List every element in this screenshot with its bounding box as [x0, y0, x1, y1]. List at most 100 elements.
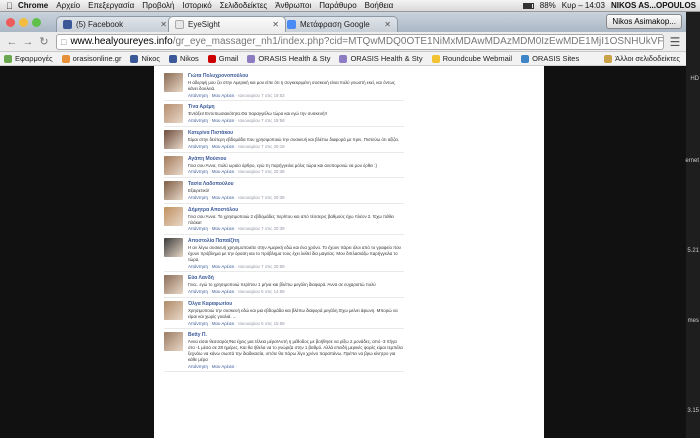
close-window-icon[interactable] — [6, 18, 15, 27]
reload-icon[interactable]: ↻ — [36, 34, 52, 50]
avatar[interactable] — [164, 238, 183, 258]
menu-view[interactable]: Προβολή — [142, 1, 174, 10]
bookmark-apps[interactable]: Εφαρμογές — [4, 54, 53, 63]
commenter-name[interactable]: Κατερίνα Πιστάκου — [188, 130, 404, 137]
like-link[interactable]: Μου Αρέσει — [212, 169, 235, 174]
avatar[interactable] — [164, 181, 183, 201]
menu-bookmarks[interactable]: Σελιδοδείκτες — [220, 1, 268, 10]
menu-app-name[interactable]: Chrome — [18, 1, 48, 10]
apple-icon[interactable]:  — [6, 1, 18, 11]
profile-button[interactable]: Nikos Asimakop... — [606, 14, 682, 29]
menu-bar:  Chrome Αρχείο Επεξεργασία Προβολή Ιστο… — [0, 0, 700, 12]
tab-eyesight[interactable]: EyeSight ✕ — [168, 16, 286, 32]
avatar[interactable] — [164, 275, 183, 295]
user-name[interactable]: NIKOS AS...OPOULOS — [611, 1, 696, 10]
like-link[interactable]: Μου Αρέσει — [212, 144, 235, 149]
avatar[interactable] — [164, 129, 183, 149]
comment-body: Κατερίνα Πιστάκου Είμαι στην δεύτερη εβδο… — [188, 130, 404, 150]
commenter-name[interactable]: Γιώτα Πολυχρονοπούλου — [188, 73, 404, 80]
like-link[interactable]: Μου Αρέσει — [212, 93, 235, 98]
zoom-window-icon[interactable] — [32, 18, 41, 27]
avatar[interactable] — [164, 332, 183, 352]
reply-link[interactable]: Απάντηση — [188, 118, 208, 123]
bookmark-roundcube[interactable]: Roundcube Webmail — [431, 54, 512, 63]
comment-meta: Απάντηση · Μου Αρέσει · Ιανουαρίου 7 στι… — [188, 263, 285, 269]
like-link[interactable]: Μου Αρέσει — [212, 364, 235, 369]
forward-icon[interactable]: → — [20, 34, 36, 50]
minimize-window-icon[interactable] — [19, 18, 28, 27]
commenter-name[interactable]: Δήμητρα Αποστόλου — [188, 207, 404, 214]
commenter-name[interactable]: Betty Π. — [188, 332, 404, 339]
close-tab-icon[interactable]: ✕ — [272, 20, 279, 29]
chrome-menu-icon[interactable]: ☰ — [668, 35, 682, 49]
commenter-name[interactable]: Εύα Λανδή — [188, 275, 404, 282]
reply-link[interactable]: Απάντηση — [188, 289, 208, 294]
comment-time[interactable]: Ιανουαρίου 7 στις 19:58 — [238, 118, 284, 123]
bookmark-nikos-gr[interactable]: Νίκος — [130, 54, 160, 63]
reply-link[interactable]: Απάντηση — [188, 195, 208, 200]
avatar[interactable] — [164, 104, 183, 124]
page-info-icon[interactable]: □ — [61, 37, 66, 47]
like-link[interactable]: Μου Αρέσει — [212, 321, 235, 326]
like-link[interactable]: Μου Αρέσει — [212, 195, 235, 200]
bookmark-orasis-health-2[interactable]: ORASIS Health & Sty — [339, 54, 423, 63]
menu-window[interactable]: Παράθυρο — [319, 1, 356, 10]
comment-time[interactable]: Ιανουαρίου 7 στις 19:53 — [238, 93, 284, 98]
window-controls — [6, 18, 41, 27]
reply-link[interactable]: Απάντηση — [188, 364, 208, 369]
tab-facebook[interactable]: (5) Facebook ✕ — [56, 16, 174, 32]
comment-time[interactable]: Ιανουαρίου 7 στις 20:59 — [238, 264, 284, 269]
avatar[interactable] — [164, 73, 183, 92]
comment-time[interactable]: Ιανουαρίου 7 στις 20:38 — [238, 169, 284, 174]
comment-time[interactable]: Ιανουαρίου 7 στις 20:39 — [238, 226, 284, 231]
commenter-name[interactable]: Τασία Λαδοπούλου — [188, 181, 404, 188]
bookmark-orasis-sites[interactable]: ORASIS Sites — [521, 54, 579, 63]
desktop-label: 5.21 — [687, 248, 699, 254]
bookmark-orasisonline[interactable]: orasisonline.gr — [61, 54, 121, 63]
address-bar[interactable]: □ www.healyoureyes.info /gr_eye_massager… — [56, 33, 664, 50]
reply-link[interactable]: Απάντηση — [188, 226, 208, 231]
reply-link[interactable]: Απάντηση — [188, 144, 208, 149]
avatar[interactable] — [164, 155, 183, 175]
comment-text: Γεια σου Άννα. Το χρησιμοποιώ 2 εβδομάδε… — [188, 213, 394, 225]
commenter-name[interactable]: Αποστολία Παπαΐζίτη — [188, 238, 404, 245]
menu-people[interactable]: Άνθρωποι — [275, 1, 311, 10]
avatar[interactable] — [164, 206, 183, 226]
clock[interactable]: Κυρ – 14:03 — [562, 1, 605, 10]
back-icon[interactable]: ← — [4, 34, 20, 50]
comment-time[interactable]: Ιανουαρίου 7 στις 20:18 — [238, 144, 284, 149]
menu-edit[interactable]: Επεξεργασία — [88, 1, 134, 10]
comment-time[interactable]: Ιανουαρίου 7 στις 20:39 — [238, 195, 284, 200]
bookmark-gmail[interactable]: Gmail — [207, 54, 238, 63]
commenter-name[interactable]: Τίνα Αρέμη — [188, 104, 404, 111]
desktop-edge: HD ernet 5.21 mes 3.15 — [685, 12, 700, 438]
bookmark-nikos[interactable]: Nikos — [168, 54, 199, 63]
close-tab-icon[interactable]: ✕ — [384, 20, 391, 29]
tab-google-translate[interactable]: Μετάφραση Google ✕ — [280, 16, 398, 32]
comment-body: Τίνα Αρέμη Έντάξει! Εντυπωσιακότητα.Θα πα… — [188, 104, 404, 124]
reply-link[interactable]: Απάντηση — [188, 264, 208, 269]
like-link[interactable]: Μου Αρέσει — [212, 289, 235, 294]
close-tab-icon[interactable]: ✕ — [160, 20, 167, 29]
comment-time[interactable]: Ιανουαρίου 6 στις 14:59 — [238, 289, 284, 294]
reply-link[interactable]: Απάντηση — [188, 93, 208, 98]
comment-item: Εύα Λανδή Γεια.. εγώ το χρησιμοποιώ περίπ… — [164, 272, 404, 298]
comment-body: Δήμητρα Αποστόλου Γεια σου Άννα. Το χρησι… — [188, 207, 404, 232]
like-link[interactable]: Μου Αρέσει — [212, 118, 235, 123]
commenter-name[interactable]: Όλγα Καραφωτίου — [188, 301, 404, 308]
battery-icon[interactable] — [522, 2, 534, 9]
commenter-name[interactable]: Αγάπη Μούσιου — [188, 156, 404, 163]
other-bookmarks[interactable]: Άλλοι σελιδοδείκτες — [604, 54, 680, 63]
menu-history[interactable]: Ιστορικό — [182, 1, 211, 10]
reply-link[interactable]: Απάντηση — [188, 169, 208, 174]
comment-text: Η αδερφή μου ζει στην Αμερική και μου εί… — [188, 80, 395, 91]
bookmark-orasis-health-1[interactable]: ORASIS Health & Sty — [247, 54, 330, 63]
comment-time[interactable]: Ιανουαρίου 6 στις 15:59 — [238, 321, 284, 326]
like-link[interactable]: Μου Αρέσει — [212, 226, 235, 231]
menu-file[interactable]: Αρχείο — [56, 1, 80, 10]
menu-help[interactable]: Βοήθεια — [365, 1, 394, 10]
like-link[interactable]: Μου Αρέσει — [212, 264, 235, 269]
avatar[interactable] — [164, 300, 183, 320]
comment-text: Είμαι στην δεύτερη εβδομάδα που χρησιμοπ… — [188, 136, 400, 142]
reply-link[interactable]: Απάντηση — [188, 321, 208, 326]
